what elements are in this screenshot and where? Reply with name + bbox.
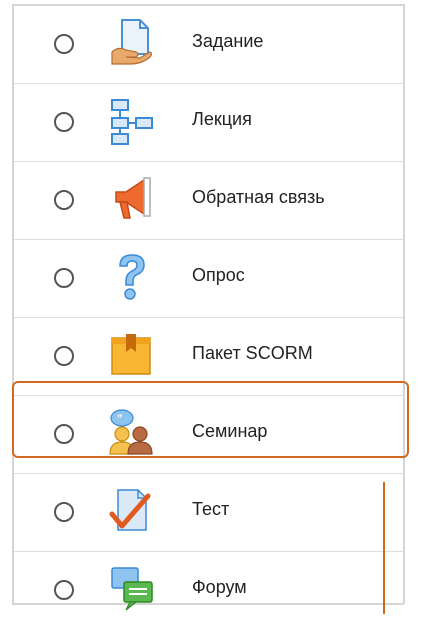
feedback-icon bbox=[106, 174, 156, 224]
workshop-icon: ” bbox=[106, 408, 156, 458]
activity-option-workshop[interactable]: ” Семинар bbox=[14, 396, 403, 474]
activity-option-feedback[interactable]: Обратная связь bbox=[14, 162, 403, 240]
activity-option-forum[interactable]: Форум bbox=[14, 552, 403, 629]
list-border-right bbox=[403, 4, 405, 604]
assignment-icon bbox=[106, 18, 156, 68]
activity-option-choice[interactable]: Опрос bbox=[14, 240, 403, 318]
activity-label: Форум bbox=[192, 577, 247, 597]
quiz-icon bbox=[106, 486, 156, 536]
activity-option-assignment[interactable]: Задание bbox=[14, 6, 403, 84]
forum-icon bbox=[106, 564, 156, 614]
radio-button[interactable] bbox=[54, 268, 74, 288]
activity-option-quiz[interactable]: Тест bbox=[14, 474, 403, 552]
radio-button[interactable] bbox=[54, 346, 74, 366]
activity-option-lesson[interactable]: Лекция bbox=[14, 84, 403, 162]
radio-button[interactable] bbox=[54, 424, 74, 444]
activity-chooser-list: Задание Лекция Обратная связь Опрос Паке… bbox=[0, 0, 425, 614]
svg-text:”: ” bbox=[117, 413, 123, 425]
scorm-icon bbox=[106, 330, 156, 380]
radio-button[interactable] bbox=[54, 502, 74, 522]
radio-button[interactable] bbox=[54, 580, 74, 600]
radio-button[interactable] bbox=[54, 34, 74, 54]
radio-button[interactable] bbox=[54, 190, 74, 210]
radio-button[interactable] bbox=[54, 112, 74, 132]
annotation-line bbox=[383, 482, 385, 614]
activity-label: Лекция bbox=[192, 109, 252, 129]
activity-label: Тест bbox=[192, 499, 230, 519]
lesson-icon bbox=[106, 96, 156, 146]
activity-label: Семинар bbox=[192, 421, 268, 441]
choice-icon bbox=[106, 252, 156, 302]
activity-label: Обратная связь bbox=[192, 187, 325, 207]
activity-label: Опрос bbox=[192, 265, 245, 285]
activity-label: Пакет SCORM bbox=[192, 343, 313, 363]
activity-label: Задание bbox=[192, 31, 264, 51]
activity-option-scorm[interactable]: Пакет SCORM bbox=[14, 318, 403, 396]
